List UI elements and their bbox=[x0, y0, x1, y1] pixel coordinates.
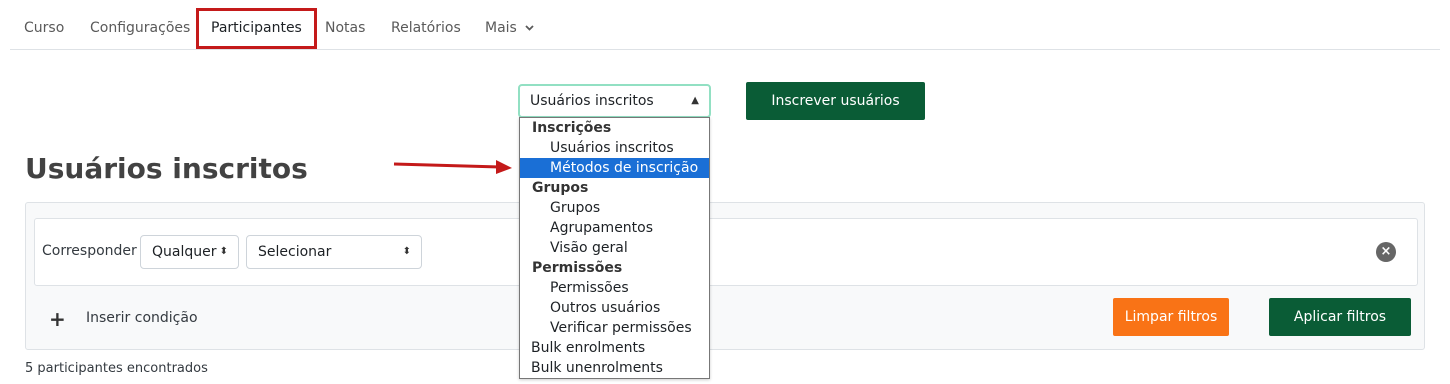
tab-curso[interactable]: Curso bbox=[24, 8, 64, 49]
tab-mais[interactable]: Mais bbox=[485, 8, 534, 49]
filter-row: Corresponder Qualquer ⬍ Selecionar ⬍ × bbox=[34, 218, 1418, 286]
option-bulk-enrolments[interactable]: Bulk enrolments bbox=[520, 338, 709, 358]
option-agrupamentos[interactable]: Agrupamentos bbox=[520, 218, 709, 238]
page-selector-value: Usuários inscritos bbox=[530, 93, 654, 109]
tab-relatorios[interactable]: Relatórios bbox=[391, 8, 461, 49]
select-arrows-icon: ⬍ bbox=[219, 246, 228, 257]
apply-filters-button[interactable]: Aplicar filtros bbox=[1269, 298, 1411, 336]
filter-type-select-value: Selecionar bbox=[258, 244, 332, 260]
option-permissoes[interactable]: Permissões bbox=[520, 278, 709, 298]
tab-mais-label: Mais bbox=[485, 20, 517, 36]
option-verificar-permissoes[interactable]: Verificar permissões bbox=[520, 318, 709, 338]
filter-panel: Corresponder Qualquer ⬍ Selecionar ⬍ × +… bbox=[25, 202, 1425, 350]
option-visao-geral[interactable]: Visão geral bbox=[520, 238, 709, 258]
tab-notas[interactable]: Notas bbox=[325, 8, 365, 49]
match-select-value: Qualquer bbox=[152, 244, 217, 260]
page-selector[interactable]: Usuários inscritos ▲ bbox=[518, 84, 711, 118]
filter-type-select[interactable]: Selecionar ⬍ bbox=[246, 235, 422, 269]
page-title: Usuários inscritos bbox=[25, 152, 308, 185]
select-arrows-icon: ▲ bbox=[691, 95, 699, 106]
optgroup-inscricoes: Inscrições bbox=[532, 120, 612, 136]
option-bulk-unenrolments[interactable]: Bulk unenrolments bbox=[520, 358, 709, 378]
match-label: Corresponder bbox=[42, 243, 137, 259]
add-condition-link[interactable]: Inserir condição bbox=[86, 310, 198, 326]
option-metodos-inscricao[interactable]: Métodos de inscrição bbox=[520, 158, 709, 178]
optgroup-grupos: Grupos bbox=[532, 180, 589, 196]
option-outros-usuarios[interactable]: Outros usuários bbox=[520, 298, 709, 318]
select-arrows-icon: ⬍ bbox=[402, 246, 411, 257]
tab-participantes[interactable]: Participantes bbox=[196, 8, 317, 49]
secondary-navigation: Curso Configurações Participantes Notas … bbox=[10, 8, 1440, 50]
chevron-down-icon bbox=[525, 25, 534, 31]
tab-configuracoes[interactable]: Configurações bbox=[90, 8, 190, 49]
option-grupos[interactable]: Grupos bbox=[520, 198, 709, 218]
annotation-arrow-icon bbox=[393, 160, 512, 174]
enrol-users-button[interactable]: Inscrever usuários bbox=[746, 82, 925, 120]
clear-filters-button[interactable]: Limpar filtros bbox=[1113, 298, 1229, 336]
page-selector-dropdown: Inscrições Usuários inscritos Métodos de… bbox=[519, 117, 710, 379]
option-usuarios-inscritos[interactable]: Usuários inscritos bbox=[520, 138, 709, 158]
match-select[interactable]: Qualquer ⬍ bbox=[140, 235, 239, 269]
plus-icon[interactable]: + bbox=[49, 307, 66, 331]
optgroup-permissoes: Permissões bbox=[532, 260, 623, 276]
participants-count: 5 participantes encontrados bbox=[25, 361, 208, 376]
remove-condition-icon[interactable]: × bbox=[1376, 242, 1396, 262]
